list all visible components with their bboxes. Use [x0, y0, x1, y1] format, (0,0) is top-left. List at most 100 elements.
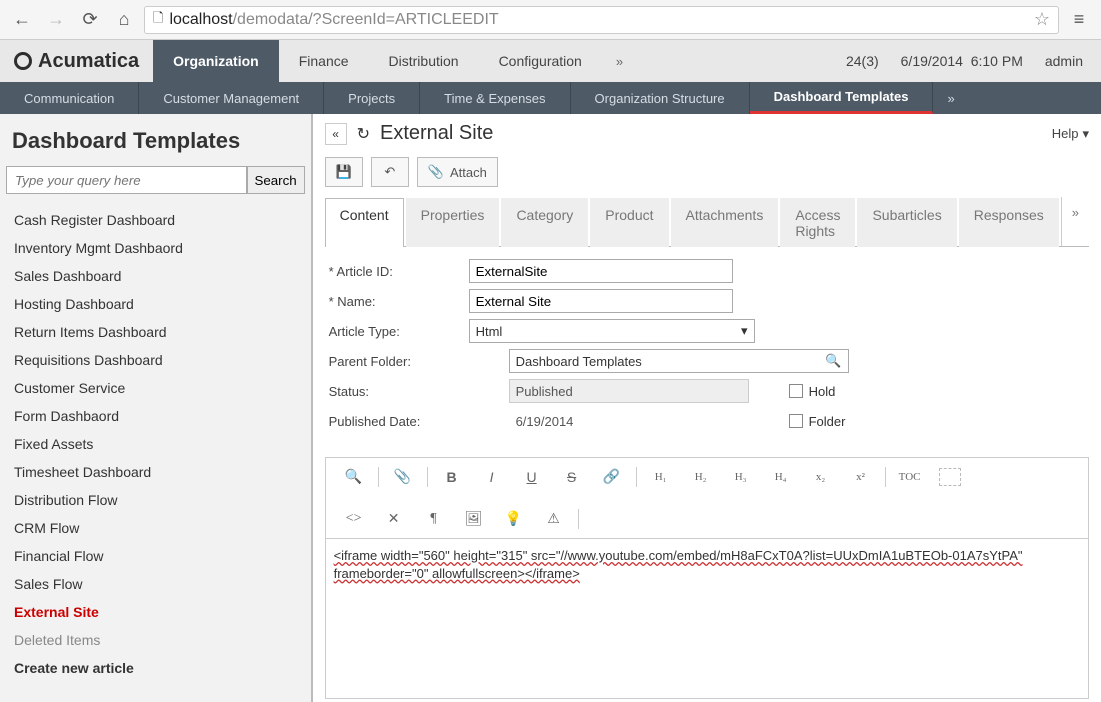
editor-h1-icon[interactable]: H₁: [641, 464, 681, 490]
editor-toc-icon[interactable]: TOC: [890, 464, 930, 490]
editor-h3-icon[interactable]: H₃: [721, 464, 761, 490]
sidebar-item[interactable]: Customer Service: [12, 374, 299, 402]
top-tab-configuration[interactable]: Configuration: [479, 40, 602, 82]
editor-search-icon[interactable]: 🔍: [334, 464, 374, 490]
editor-superscript-icon[interactable]: x²: [841, 464, 881, 490]
header-date: 6/19/2014: [901, 53, 963, 69]
tab-properties[interactable]: Properties: [406, 198, 500, 247]
tab-responses[interactable]: Responses: [959, 198, 1059, 247]
name-input[interactable]: [469, 289, 733, 313]
page-icon: 🗋: [153, 9, 163, 31]
sidebar-item-create[interactable]: Create new article: [12, 654, 299, 682]
tab-subarticles[interactable]: Subarticles: [857, 198, 956, 247]
top-tab-distribution[interactable]: Distribution: [369, 40, 479, 82]
sidebar-list: Cash Register Dashboard Inventory Mgmt D…: [6, 206, 305, 682]
subnav-dashboard-templates[interactable]: Dashboard Templates: [750, 82, 934, 114]
content-area: « ↻ External Site Help▾ 💾 ↶ 📎Attach Cont…: [313, 114, 1101, 702]
parent-folder-lookup[interactable]: Dashboard Templates🔍: [509, 349, 849, 373]
subnav-org-structure[interactable]: Organization Structure: [571, 82, 750, 114]
editor-attach-icon[interactable]: 📎: [383, 464, 423, 490]
editor-h2-icon[interactable]: H₂: [681, 464, 721, 490]
label-parent-folder: Parent Folder:: [329, 354, 509, 369]
folder-checkbox[interactable]: [789, 414, 803, 428]
editor-select-icon[interactable]: [939, 468, 961, 486]
sidebar-item-selected[interactable]: External Site: [12, 598, 299, 626]
sidebar-item[interactable]: Hosting Dashboard: [12, 290, 299, 318]
subnav-customer-management[interactable]: Customer Management: [139, 82, 324, 114]
chevron-down-icon: ▾: [1082, 126, 1089, 142]
subnav-projects[interactable]: Projects: [324, 82, 420, 114]
sidebar-item[interactable]: Timesheet Dashboard: [12, 458, 299, 486]
editor-code-icon[interactable]: <>: [334, 506, 374, 532]
notification-count[interactable]: 24(3): [846, 53, 879, 69]
header-user[interactable]: admin: [1045, 53, 1083, 69]
top-tab-finance[interactable]: Finance: [279, 40, 369, 82]
sidebar-item[interactable]: Sales Flow: [12, 570, 299, 598]
editor-italic-icon[interactable]: I: [472, 464, 512, 490]
sidebar-item[interactable]: Return Items Dashboard: [12, 318, 299, 346]
address-bar[interactable]: 🗋 localhost/demodata/?ScreenId=ARTICLEED…: [144, 6, 1059, 34]
attach-button[interactable]: 📎Attach: [417, 157, 498, 187]
top-tabs-more-icon[interactable]: »: [602, 40, 637, 82]
sidebar-search-button[interactable]: Search: [247, 166, 305, 194]
hold-checkbox-wrap[interactable]: Hold: [789, 384, 836, 399]
editor-subscript-icon[interactable]: x₂: [801, 464, 841, 490]
attach-icon: 📎: [428, 164, 444, 180]
tab-access-rights[interactable]: Access Rights: [780, 198, 855, 247]
browser-menu-icon[interactable]: ≡: [1065, 6, 1093, 34]
editor-clear-icon[interactable]: ✕: [374, 506, 414, 532]
sidebar-item[interactable]: CRM Flow: [12, 514, 299, 542]
tab-category[interactable]: Category: [501, 198, 588, 247]
editor-warning-icon[interactable]: ⚠: [534, 506, 574, 532]
editor-strike-icon[interactable]: S: [552, 464, 592, 490]
folder-checkbox-wrap[interactable]: Folder: [789, 414, 846, 429]
top-tab-organization[interactable]: Organization: [153, 40, 279, 82]
chevron-down-icon: ▾: [741, 323, 748, 339]
subnav-communication[interactable]: Communication: [0, 82, 139, 114]
undo-button[interactable]: ↶: [371, 157, 409, 187]
brand-logo-icon: [14, 52, 32, 70]
editor-pilcrow-icon[interactable]: ¶: [414, 506, 454, 532]
tab-attachments[interactable]: Attachments: [671, 198, 779, 247]
tabs-more-icon[interactable]: »: [1061, 197, 1089, 246]
sidebar-item[interactable]: Deleted Items: [12, 626, 299, 654]
back-button[interactable]: ←: [8, 6, 36, 34]
browser-chrome: ← → ⟳ ⌂ 🗋 localhost/demodata/?ScreenId=A…: [0, 0, 1101, 40]
article-type-select[interactable]: Html▾: [469, 319, 755, 343]
article-form: Article ID: Name: Article Type: Html▾ Pa…: [313, 247, 1101, 451]
sidebar-item[interactable]: Form Dashbaord: [12, 402, 299, 430]
editor-body[interactable]: <iframe width="560" height="315" src="//…: [325, 539, 1089, 699]
editor-link-icon[interactable]: 🔗: [592, 464, 632, 490]
editor-image-icon[interactable]: 🖼: [454, 506, 494, 532]
save-button[interactable]: 💾: [325, 157, 363, 187]
sidebar-item[interactable]: Cash Register Dashboard: [12, 206, 299, 234]
sidebar-item[interactable]: Sales Dashboard: [12, 262, 299, 290]
home-button[interactable]: ⌂: [110, 6, 138, 34]
sidebar-item[interactable]: Distribution Flow: [12, 486, 299, 514]
status-field: Published: [509, 379, 749, 403]
forward-button[interactable]: →: [42, 6, 70, 34]
url-host: localhost: [169, 11, 232, 28]
refresh-icon[interactable]: ↻: [357, 124, 370, 144]
collapse-sidebar-button[interactable]: «: [325, 123, 347, 145]
editor-underline-icon[interactable]: U: [512, 464, 552, 490]
bookmark-icon[interactable]: ☆: [1034, 9, 1050, 30]
subnav-more-icon[interactable]: »: [933, 82, 968, 114]
sidebar-item[interactable]: Inventory Mgmt Dashbaord: [12, 234, 299, 262]
article-id-input[interactable]: [469, 259, 733, 283]
sidebar-item[interactable]: Fixed Assets: [12, 430, 299, 458]
subnav-time-expenses[interactable]: Time & Expenses: [420, 82, 570, 114]
hold-checkbox[interactable]: [789, 384, 803, 398]
sidebar-search-input[interactable]: [6, 166, 247, 194]
sidebar-item[interactable]: Requisitions Dashboard: [12, 346, 299, 374]
help-menu[interactable]: Help▾: [1052, 126, 1089, 142]
editor-idea-icon[interactable]: 💡: [494, 506, 534, 532]
editor-h4-icon[interactable]: H₄: [761, 464, 801, 490]
undo-icon: ↶: [384, 164, 395, 180]
tab-content[interactable]: Content: [325, 198, 404, 247]
editor-bold-icon[interactable]: B: [432, 464, 472, 490]
reload-button[interactable]: ⟳: [76, 6, 104, 34]
tab-product[interactable]: Product: [590, 198, 668, 247]
label-name: Name:: [329, 294, 469, 309]
sidebar-item[interactable]: Financial Flow: [12, 542, 299, 570]
